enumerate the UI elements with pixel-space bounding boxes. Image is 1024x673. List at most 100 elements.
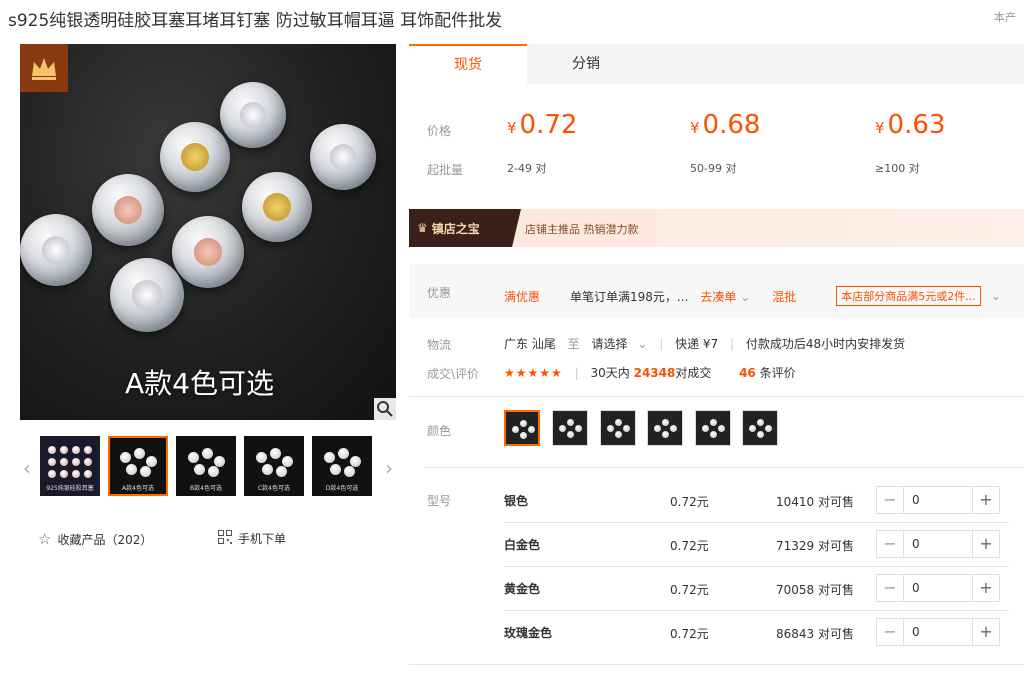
thumbnail-strip: ‹ 925纯银硅胶耳塞 A款4色可选 B款4色可选 C款4色可选 D款4色可选 … bbox=[20, 436, 396, 500]
thumbnail-4[interactable]: C款4色可选 bbox=[244, 436, 304, 496]
quantity-input[interactable]: 0 bbox=[904, 619, 972, 645]
thumb-next-arrow-icon[interactable]: › bbox=[382, 456, 396, 480]
logistics-label: 物流 bbox=[427, 338, 452, 352]
qr-code-icon bbox=[218, 530, 232, 547]
coupon-tag[interactable]: 本店部分商品满5元或2件... bbox=[836, 286, 981, 306]
chevron-down-icon: ⌄ bbox=[637, 337, 648, 351]
model-price: 0.72元 bbox=[670, 495, 709, 509]
deal-count[interactable]: 24348 bbox=[634, 366, 676, 380]
price-tier-3: ¥0.63 bbox=[875, 110, 946, 140]
shop-crown-logo bbox=[20, 44, 68, 92]
thumbnail-5[interactable]: D款4色可选 bbox=[312, 436, 372, 496]
decrement-button[interactable]: − bbox=[877, 531, 904, 557]
increment-button[interactable]: + bbox=[972, 487, 999, 513]
color-label: 颜色 bbox=[427, 424, 452, 438]
model-price: 0.72元 bbox=[670, 539, 709, 553]
qty-tier-3: ≥100 对 bbox=[875, 162, 920, 175]
decrement-button[interactable]: − bbox=[877, 619, 904, 645]
model-stock: 86843 对可售 bbox=[776, 627, 854, 641]
thumb-prev-arrow-icon[interactable]: ‹ bbox=[20, 456, 34, 480]
price-tier-1: ¥0.72 bbox=[507, 110, 578, 140]
review-count[interactable]: 46 bbox=[739, 366, 756, 380]
thumbnail-1[interactable]: 925纯银硅胶耳塞 bbox=[40, 436, 100, 496]
quantity-stepper: − 0 + bbox=[876, 530, 1000, 558]
ship-note: 付款成功后48小时内安排发货 bbox=[745, 337, 906, 351]
quantity-input[interactable]: 0 bbox=[904, 575, 972, 601]
main-image-caption: A款4色可选 bbox=[125, 367, 274, 400]
model-name: 银色 bbox=[504, 494, 529, 508]
crown-icon: ♛ bbox=[417, 221, 428, 235]
shop-treasure-banner: ♛ 镇店之宝 店铺主推品 热销潜力款 bbox=[409, 209, 1024, 247]
quantity-stepper: − 0 + bbox=[876, 574, 1000, 602]
quantity-input[interactable]: 0 bbox=[904, 487, 972, 513]
qty-tier-2: 50-99 对 bbox=[690, 162, 737, 175]
increment-button[interactable]: + bbox=[972, 531, 999, 557]
mix-batch-link[interactable]: 混批 bbox=[772, 288, 796, 305]
color-options: 颜色 bbox=[409, 410, 1024, 450]
model-row: 银色 0.72元 10410 对可售 − 0 + bbox=[504, 478, 1009, 522]
deals-label: 成交\评价 bbox=[427, 367, 480, 381]
divider bbox=[409, 664, 1024, 665]
color-swatch-6[interactable] bbox=[742, 410, 778, 446]
chevron-down-icon: ⌄ bbox=[740, 289, 751, 304]
model-stock: 70058 对可售 bbox=[776, 583, 854, 597]
quantity-input[interactable]: 0 bbox=[904, 531, 972, 557]
divider bbox=[424, 467, 1024, 468]
favorite-label: 收藏产品（202） bbox=[57, 532, 153, 547]
moq-label: 起批量 bbox=[427, 163, 464, 177]
qty-tier-1: 2-49 对 bbox=[507, 162, 547, 175]
logistics-area: 物流 广东 汕尾 至 请选择 ⌄ | 快递 ¥7 | 付款成功后48小时内安排发… bbox=[409, 330, 1024, 390]
quantity-stepper: − 0 + bbox=[876, 618, 1000, 646]
divider bbox=[409, 396, 1024, 397]
color-swatch-1[interactable] bbox=[504, 410, 540, 446]
color-swatch-5[interactable] bbox=[695, 410, 731, 446]
mobile-order-label: 手机下单 bbox=[238, 532, 287, 546]
main-product-image[interactable]: A款4色可选 bbox=[20, 44, 396, 420]
decrement-button[interactable]: − bbox=[877, 487, 904, 513]
promo-text: 单笔订单满198元，... bbox=[570, 289, 689, 304]
star-outline-icon: ☆ bbox=[38, 530, 52, 548]
tab-distribution[interactable]: 分销 bbox=[527, 44, 645, 84]
color-swatch-3[interactable] bbox=[600, 410, 636, 446]
origin: 广东 汕尾 bbox=[504, 337, 556, 351]
model-label: 型号 bbox=[427, 494, 452, 508]
product-title: s925纯银透明硅胶耳塞耳堵耳钉塞 防过敏耳帽耳逼 耳饰配件批发 bbox=[8, 11, 503, 31]
rating-stars-icon: ★★★★★ bbox=[504, 366, 563, 380]
logistics-line: 广东 汕尾 至 请选择 ⌄ | 快递 ¥7 | 付款成功后48小时内安排发货 bbox=[504, 337, 906, 351]
top-right-note: 本产 bbox=[994, 11, 1016, 24]
treasure-badge: ♛ 镇店之宝 bbox=[409, 209, 521, 247]
zoom-icon[interactable] bbox=[374, 398, 396, 420]
destination-select[interactable]: 请选择 ⌄ bbox=[592, 337, 648, 351]
tab-spot[interactable]: 现货 bbox=[409, 44, 527, 84]
thumbnail-2[interactable]: A款4色可选 bbox=[108, 436, 168, 496]
price-panel: 价格 起批量 ¥0.72 2-49 对 ¥0.68 50-99 对 ¥0.63 … bbox=[409, 84, 1024, 194]
price-label: 价格 bbox=[427, 124, 452, 138]
treasure-tags: 店铺主推品 热销潜力款 bbox=[525, 223, 639, 236]
thumbnail-3[interactable]: B款4色可选 bbox=[176, 436, 236, 496]
crown-icon bbox=[32, 58, 56, 80]
promo-tag: 满优惠 bbox=[504, 289, 541, 304]
decrement-button[interactable]: − bbox=[877, 575, 904, 601]
model-name: 白金色 bbox=[504, 538, 541, 552]
express-fee: 快递 ¥7 bbox=[675, 337, 719, 351]
model-stock: 10410 对可售 bbox=[776, 495, 854, 509]
sale-mode-tabs: 现货 分销 bbox=[409, 44, 1024, 84]
deals-line: ★★★★★ | 30天内 24348对成交 | 46 条评价 bbox=[504, 366, 796, 380]
price-tier-2: ¥0.68 bbox=[690, 110, 761, 140]
increment-button[interactable]: + bbox=[972, 575, 999, 601]
promo-row: 优惠 满优惠 单笔订单满198元，... 去凑单 ⌄ 混批 本店部分商品满5元或… bbox=[409, 264, 1024, 318]
model-row: 白金色 0.72元 71329 对可售 − 0 + bbox=[504, 522, 1009, 566]
favorite-button[interactable]: ☆ 收藏产品（202） bbox=[38, 530, 152, 548]
model-price: 0.72元 bbox=[670, 627, 709, 641]
model-name: 玫瑰金色 bbox=[504, 626, 553, 640]
quantity-stepper: − 0 + bbox=[876, 486, 1000, 514]
promo-link[interactable]: 去凑单 ⌄ bbox=[700, 288, 750, 305]
model-stock: 71329 对可售 bbox=[776, 539, 854, 553]
mobile-order-button[interactable]: 手机下单 bbox=[218, 530, 286, 547]
model-row: 黄金色 0.72元 70058 对可售 − 0 + bbox=[504, 566, 1009, 610]
color-swatch-4[interactable] bbox=[647, 410, 683, 446]
model-row: 玫瑰金色 0.72元 86843 对可售 − 0 + bbox=[504, 610, 1009, 654]
increment-button[interactable]: + bbox=[972, 619, 999, 645]
promo-expand-icon[interactable]: ⌄ bbox=[991, 289, 1001, 303]
color-swatch-2[interactable] bbox=[552, 410, 588, 446]
